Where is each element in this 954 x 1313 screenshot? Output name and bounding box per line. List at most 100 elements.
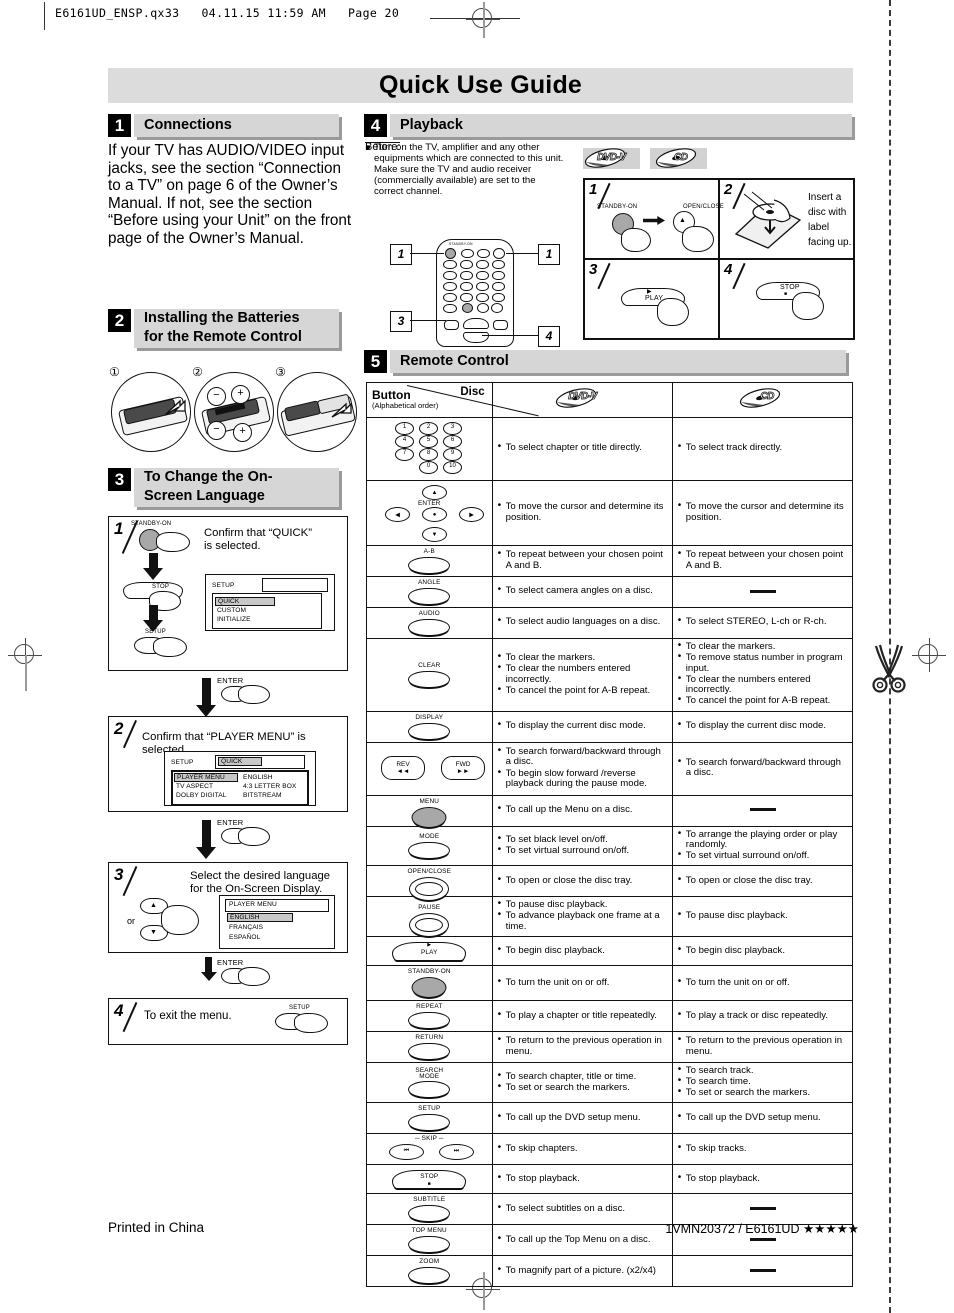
cursor-up-button-glyph: ▲ xyxy=(431,489,438,496)
skip-prev-button[interactable]: ⏮ xyxy=(389,1144,424,1161)
remote-skip-prev[interactable] xyxy=(477,303,489,313)
search-mode-button[interactable] xyxy=(408,1080,451,1098)
footer-right: 1VMN20372 / E6161UD ★★★★★ xyxy=(665,1222,859,1236)
remote-num-10[interactable] xyxy=(476,293,489,302)
remote-openclose-button[interactable] xyxy=(493,248,505,259)
number-button-9[interactable]: 9 xyxy=(443,448,462,461)
cursor-up-button[interactable]: ▲ xyxy=(422,485,447,500)
cd-description: To skip tracks. xyxy=(671,1133,854,1166)
remote-btn-r5c1[interactable] xyxy=(443,304,457,313)
remote-searchmode-button[interactable] xyxy=(477,249,490,258)
description-item: To skip tracks. xyxy=(678,1143,848,1155)
osd3-item-english[interactable]: ENGLISH xyxy=(227,913,293,922)
remote-num-4[interactable] xyxy=(460,271,473,280)
fwd-button[interactable]: FWD ►► xyxy=(441,755,485,780)
audio-button[interactable] xyxy=(408,619,451,636)
rev-button[interactable]: REV ◄◄ xyxy=(381,755,425,780)
enter-button[interactable]: ● xyxy=(422,507,447,522)
standby-on-button[interactable] xyxy=(411,977,447,999)
remote-num-9[interactable] xyxy=(492,282,505,291)
top-menu-button[interactable] xyxy=(408,1236,451,1254)
pause-button[interactable] xyxy=(409,912,450,937)
remote-num-8[interactable] xyxy=(476,282,489,291)
osd3-item-francais[interactable]: FRANÇAIS xyxy=(229,924,263,931)
remote-rev-button[interactable] xyxy=(444,320,459,330)
button-cell-zoom: ZOOM xyxy=(366,1255,493,1288)
menu-button[interactable] xyxy=(411,806,447,828)
remote-num-5[interactable] xyxy=(476,271,489,280)
display-button[interactable] xyxy=(408,722,451,740)
number-button-0[interactable]: 0 xyxy=(419,461,438,474)
number-button-5[interactable]: 5 xyxy=(419,435,438,448)
osd2-row-0-name[interactable]: PLAYER MENU xyxy=(174,773,238,782)
mode-button[interactable] xyxy=(408,841,451,859)
cursor-right-button[interactable]: ▶ xyxy=(459,507,484,522)
remote-btn-r4c1[interactable] xyxy=(443,293,457,302)
description-item: To select camera angles on a disc. xyxy=(498,585,668,597)
description-list: To stop playback. xyxy=(678,1173,848,1185)
playback-arrow-right xyxy=(643,216,665,225)
number-button-10[interactable]: 10 xyxy=(443,461,462,474)
remote-num-1[interactable] xyxy=(460,260,473,269)
button-graphic: ‖PAUSE xyxy=(367,902,492,937)
remote-fwd-button[interactable] xyxy=(493,320,508,330)
remote-num-7[interactable] xyxy=(460,282,473,291)
description-list: To call up the Menu on a disc. xyxy=(498,804,668,816)
remote-num-0[interactable] xyxy=(460,293,473,302)
remote-display-button[interactable] xyxy=(461,249,474,258)
table-row: ↵RETURN To return to the previous operati… xyxy=(366,1031,854,1064)
number-button-1[interactable]: 1 xyxy=(395,422,414,435)
a-b-button[interactable] xyxy=(408,557,451,574)
dash-icon xyxy=(749,1269,776,1273)
setup-button[interactable] xyxy=(408,1114,451,1132)
remote-play-button[interactable] xyxy=(463,318,489,329)
description-list: To return to the previous operation in m… xyxy=(678,1035,848,1057)
remote-menu-button[interactable] xyxy=(462,303,473,313)
osd-item-quick[interactable]: QUICK xyxy=(215,597,275,606)
button-cell-a-b: A-B xyxy=(366,545,493,577)
remote-btn-r2c1[interactable] xyxy=(443,271,457,280)
remote-btn-r4c4[interactable] xyxy=(492,293,505,302)
number-button-6[interactable]: 6 xyxy=(443,435,462,448)
osd2-row-2-name[interactable]: DOLBY DIGITAL xyxy=(176,792,227,799)
cursor-left-button[interactable]: ◀ xyxy=(385,507,410,522)
number-button-2[interactable]: 2 xyxy=(419,422,438,435)
osd-item-initialize[interactable]: INITIALIZE xyxy=(217,616,251,623)
description-list: To arrange the playing order or play ran… xyxy=(678,829,848,862)
osd2-row-1-name[interactable]: TV ASPECT xyxy=(176,783,213,790)
osd3-item-espanol[interactable]: ESPAÑOL xyxy=(229,934,260,941)
remote-num-3[interactable] xyxy=(492,260,505,269)
remote-btn-r3c1[interactable] xyxy=(443,282,457,291)
number-button-3[interactable]: 3 xyxy=(443,422,462,435)
clear-button[interactable] xyxy=(408,670,451,688)
remote-standby-button[interactable] xyxy=(445,248,456,259)
remote-stop-button[interactable] xyxy=(463,332,489,343)
stop-label: STOP xyxy=(420,1173,439,1181)
description-list: To search chapter, title or time.To set … xyxy=(498,1071,668,1094)
remote-num-6[interactable] xyxy=(492,271,505,280)
number-button-4[interactable]: 4 xyxy=(395,435,414,448)
remote-skip-next[interactable] xyxy=(491,303,503,313)
skip-next-button[interactable]: ⏭ xyxy=(439,1144,474,1161)
osd-setup-title: SETUP xyxy=(212,582,235,589)
disc-icon-dvd-header: DVD-V xyxy=(554,387,611,409)
angle-button[interactable] xyxy=(408,588,451,605)
dvd-header-label: DVD-V xyxy=(568,390,598,402)
table-row: 123 456 7890 10 To select chapter or title d… xyxy=(366,417,854,481)
rev-button-glyph: ◄◄ xyxy=(396,767,410,775)
repeat-button[interactable] xyxy=(408,1012,451,1030)
playback-panel-3-number: 3 xyxy=(589,261,598,278)
osd2-row-0-value: ENGLISH xyxy=(243,774,273,781)
description-list: To stop playback. xyxy=(498,1173,668,1185)
cursor-down-button[interactable]: ▼ xyxy=(422,527,447,542)
number-button-7[interactable]: 7 xyxy=(395,448,414,461)
zoom-button[interactable] xyxy=(408,1267,451,1285)
enter-label: ENTER xyxy=(417,500,441,507)
osd-item-custom[interactable]: CUSTOM xyxy=(217,607,246,614)
remote-num-2[interactable] xyxy=(476,260,489,269)
subtitle-button[interactable] xyxy=(408,1205,451,1223)
number-button-8[interactable]: 8 xyxy=(419,448,438,461)
description-item: To stop playback. xyxy=(498,1173,668,1185)
return-button[interactable] xyxy=(408,1043,451,1061)
remote-btn-r1c1[interactable] xyxy=(443,260,457,269)
